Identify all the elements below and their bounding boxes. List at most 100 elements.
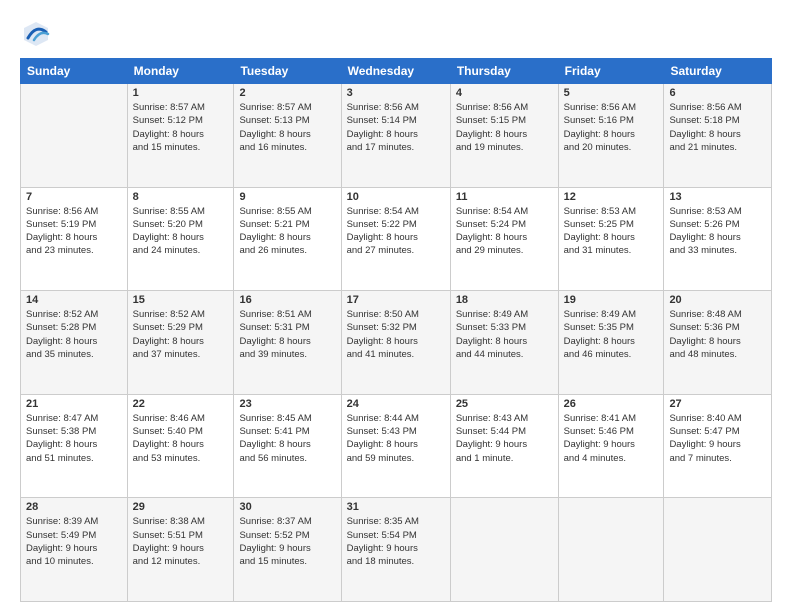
day-cell: 5Sunrise: 8:56 AM Sunset: 5:16 PM Daylig…: [558, 84, 664, 188]
day-cell: 3 Sunrise: 8:56 AM Sunset: 5:14 PM Daylig…: [341, 84, 450, 188]
day-number: 4: [456, 87, 553, 99]
day-number: 25: [456, 398, 553, 410]
day-cell: 30Sunrise: 8:37 AM Sunset: 5:52 PM Dayli…: [234, 498, 341, 602]
day-info: Sunrise: 8:53 AM Sunset: 5:26 PM Dayligh…: [669, 205, 766, 258]
day-cell: 11 Sunrise: 8:54 AM Sunset: 5:24 PM Dayli…: [450, 187, 558, 291]
header-day: Thursday: [450, 59, 558, 84]
day-number: 26: [564, 398, 659, 410]
day-cell: 29 Sunrise: 8:38 AM Sunset: 5:51 PM Dayli…: [127, 498, 234, 602]
day-number: 27: [669, 398, 766, 410]
day-number: 18: [456, 294, 553, 306]
day-number: 3: [347, 87, 445, 99]
day-info: Sunrise: 8:49 AM Sunset: 5:33 PM Dayligh…: [456, 308, 553, 361]
day-number: 9: [239, 191, 335, 203]
header-row: SundayMondayTuesdayWednesdayThursdayFrid…: [21, 59, 772, 84]
day-number: 28: [26, 501, 122, 513]
day-number: 22: [133, 398, 229, 410]
day-cell: 22 Sunrise: 8:46 AM Sunset: 5:40 PM Dayli…: [127, 394, 234, 498]
day-info: Sunrise: 8:56 AM Sunset: 5:15 PM Dayligh…: [456, 101, 553, 154]
day-info: Sunrise: 8:55 AM Sunset: 5:21 PM Dayligh…: [239, 205, 335, 258]
day-info: Sunrise: 8:40 AM Sunset: 5:47 PM Dayligh…: [669, 412, 766, 465]
day-number: 20: [669, 294, 766, 306]
day-info: Sunrise: 8:57 AM Sunset: 5:13 PM Dayligh…: [239, 101, 335, 154]
logo: [20, 18, 56, 50]
day-cell: 6Sunrise: 8:56 AM Sunset: 5:18 PM Daylig…: [664, 84, 772, 188]
day-info: Sunrise: 8:41 AM Sunset: 5:46 PM Dayligh…: [564, 412, 659, 465]
day-number: 29: [133, 501, 229, 513]
header-day: Friday: [558, 59, 664, 84]
day-cell: [664, 498, 772, 602]
week-row: 7Sunrise: 8:56 AM Sunset: 5:19 PM Daylig…: [21, 187, 772, 291]
day-number: 24: [347, 398, 445, 410]
day-cell: 25 Sunrise: 8:43 AM Sunset: 5:44 PM Dayli…: [450, 394, 558, 498]
day-cell: 19 Sunrise: 8:49 AM Sunset: 5:35 PM Dayli…: [558, 291, 664, 395]
day-number: 8: [133, 191, 229, 203]
day-info: Sunrise: 8:44 AM Sunset: 5:43 PM Dayligh…: [347, 412, 445, 465]
day-number: 6: [669, 87, 766, 99]
day-info: Sunrise: 8:47 AM Sunset: 5:38 PM Dayligh…: [26, 412, 122, 465]
day-info: Sunrise: 8:49 AM Sunset: 5:35 PM Dayligh…: [564, 308, 659, 361]
day-number: 16: [239, 294, 335, 306]
day-number: 31: [347, 501, 445, 513]
week-row: 28 Sunrise: 8:39 AM Sunset: 5:49 PM Dayli…: [21, 498, 772, 602]
header-day: Wednesday: [341, 59, 450, 84]
week-row: 21Sunrise: 8:47 AM Sunset: 5:38 PM Dayli…: [21, 394, 772, 498]
day-number: 17: [347, 294, 445, 306]
day-cell: 17 Sunrise: 8:50 AM Sunset: 5:32 PM Dayli…: [341, 291, 450, 395]
day-number: 30: [239, 501, 335, 513]
day-cell: 31Sunrise: 8:35 AM Sunset: 5:54 PM Dayli…: [341, 498, 450, 602]
day-cell: 26 Sunrise: 8:41 AM Sunset: 5:46 PM Dayli…: [558, 394, 664, 498]
day-number: 10: [347, 191, 445, 203]
day-info: Sunrise: 8:52 AM Sunset: 5:28 PM Dayligh…: [26, 308, 122, 361]
calendar-header: SundayMondayTuesdayWednesdayThursdayFrid…: [21, 59, 772, 84]
day-cell: 14 Sunrise: 8:52 AM Sunset: 5:28 PM Dayli…: [21, 291, 128, 395]
day-cell: 2 Sunrise: 8:57 AM Sunset: 5:13 PM Daylig…: [234, 84, 341, 188]
day-info: Sunrise: 8:38 AM Sunset: 5:51 PM Dayligh…: [133, 515, 229, 568]
day-cell: [558, 498, 664, 602]
day-cell: [21, 84, 128, 188]
day-cell: 4 Sunrise: 8:56 AM Sunset: 5:15 PM Daylig…: [450, 84, 558, 188]
day-cell: 27 Sunrise: 8:40 AM Sunset: 5:47 PM Dayli…: [664, 394, 772, 498]
day-cell: 7Sunrise: 8:56 AM Sunset: 5:19 PM Daylig…: [21, 187, 128, 291]
day-cell: 8 Sunrise: 8:55 AM Sunset: 5:20 PM Daylig…: [127, 187, 234, 291]
header-day: Tuesday: [234, 59, 341, 84]
day-info: Sunrise: 8:52 AM Sunset: 5:29 PM Dayligh…: [133, 308, 229, 361]
day-number: 7: [26, 191, 122, 203]
day-info: Sunrise: 8:56 AM Sunset: 5:14 PM Dayligh…: [347, 101, 445, 154]
day-cell: 24 Sunrise: 8:44 AM Sunset: 5:43 PM Dayli…: [341, 394, 450, 498]
day-info: Sunrise: 8:39 AM Sunset: 5:49 PM Dayligh…: [26, 515, 122, 568]
day-info: Sunrise: 8:43 AM Sunset: 5:44 PM Dayligh…: [456, 412, 553, 465]
day-number: 13: [669, 191, 766, 203]
day-cell: 28 Sunrise: 8:39 AM Sunset: 5:49 PM Dayli…: [21, 498, 128, 602]
day-info: Sunrise: 8:57 AM Sunset: 5:12 PM Dayligh…: [133, 101, 229, 154]
day-number: 11: [456, 191, 553, 203]
day-cell: 1Sunrise: 8:57 AM Sunset: 5:12 PM Daylig…: [127, 84, 234, 188]
day-cell: 13 Sunrise: 8:53 AM Sunset: 5:26 PM Dayli…: [664, 187, 772, 291]
day-number: 15: [133, 294, 229, 306]
day-number: 12: [564, 191, 659, 203]
day-cell: 12Sunrise: 8:53 AM Sunset: 5:25 PM Dayli…: [558, 187, 664, 291]
day-number: 14: [26, 294, 122, 306]
day-cell: [450, 498, 558, 602]
day-cell: 16Sunrise: 8:51 AM Sunset: 5:31 PM Dayli…: [234, 291, 341, 395]
header-day: Sunday: [21, 59, 128, 84]
day-info: Sunrise: 8:50 AM Sunset: 5:32 PM Dayligh…: [347, 308, 445, 361]
page: SundayMondayTuesdayWednesdayThursdayFrid…: [0, 0, 792, 612]
calendar-body: 1Sunrise: 8:57 AM Sunset: 5:12 PM Daylig…: [21, 84, 772, 602]
day-info: Sunrise: 8:56 AM Sunset: 5:16 PM Dayligh…: [564, 101, 659, 154]
day-number: 2: [239, 87, 335, 99]
day-cell: 9 Sunrise: 8:55 AM Sunset: 5:21 PM Daylig…: [234, 187, 341, 291]
day-info: Sunrise: 8:55 AM Sunset: 5:20 PM Dayligh…: [133, 205, 229, 258]
day-info: Sunrise: 8:54 AM Sunset: 5:24 PM Dayligh…: [456, 205, 553, 258]
day-number: 19: [564, 294, 659, 306]
day-info: Sunrise: 8:46 AM Sunset: 5:40 PM Dayligh…: [133, 412, 229, 465]
day-info: Sunrise: 8:48 AM Sunset: 5:36 PM Dayligh…: [669, 308, 766, 361]
day-cell: 18 Sunrise: 8:49 AM Sunset: 5:33 PM Dayli…: [450, 291, 558, 395]
day-cell: 15 Sunrise: 8:52 AM Sunset: 5:29 PM Dayli…: [127, 291, 234, 395]
day-cell: 10Sunrise: 8:54 AM Sunset: 5:22 PM Dayli…: [341, 187, 450, 291]
week-row: 1Sunrise: 8:57 AM Sunset: 5:12 PM Daylig…: [21, 84, 772, 188]
week-row: 14 Sunrise: 8:52 AM Sunset: 5:28 PM Dayli…: [21, 291, 772, 395]
header: [20, 18, 772, 50]
day-number: 23: [239, 398, 335, 410]
header-day: Saturday: [664, 59, 772, 84]
